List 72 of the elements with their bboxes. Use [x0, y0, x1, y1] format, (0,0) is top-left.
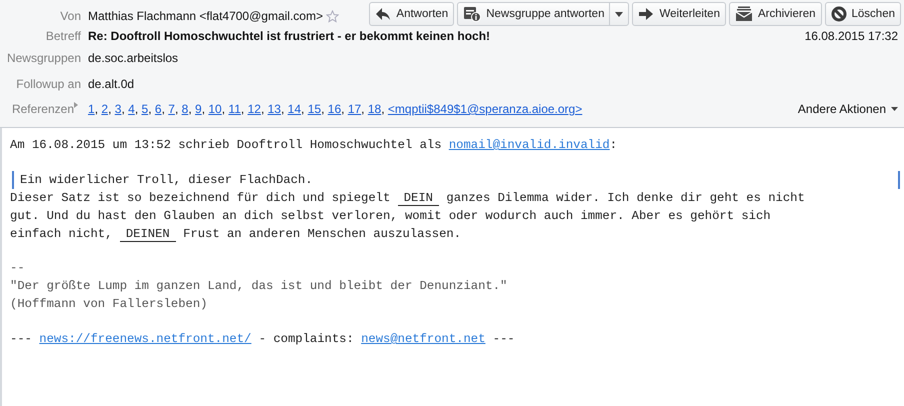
reference-link[interactable]: 13: [268, 102, 281, 116]
quoted-text: Ein widerlicher Troll, dieser FlachDach.: [20, 172, 314, 189]
reference-link[interactable]: 16: [328, 102, 342, 116]
link[interactable]: news://freenews.netfront.net/: [39, 332, 252, 346]
signature-line: "Der größte Lump im ganzen Land, das ist und bleibt der Denunziant.": [10, 278, 508, 295]
reference-link[interactable]: 1: [88, 102, 95, 116]
separator: ,: [280, 102, 284, 116]
field-label: Referenzen: [12, 102, 74, 116]
separator: ,: [301, 102, 304, 116]
separator: ,: [202, 102, 206, 116]
reference-link[interactable]: 12: [248, 102, 261, 116]
text: :: [610, 138, 618, 152]
separator: ,: [94, 102, 98, 116]
link[interactable]: news@netfront.net: [361, 332, 486, 346]
sender: Matthias Flachmann <flat4700@gmail.com>: [88, 9, 323, 23]
subject: Re: Dooftroll Homoschwuchtel ist frustriert - er bekommt keinen hoch!: [88, 29, 490, 43]
text: einfach nicht,: [10, 227, 114, 241]
text-line: gut. Und du hast den Glauben an dich selbst verloren, womit oder wodurch auch immer. Aber es gehört sich: [10, 208, 772, 225]
emphasized-word: DEIN: [398, 191, 440, 206]
text: Frust an anderen Menschen auszulassen.: [182, 227, 462, 241]
separator: ,: [162, 102, 165, 116]
separator: ,: [321, 102, 324, 116]
separator: ,: [381, 102, 385, 116]
text: Dieser Satz ist so bezeichnend für dich und spiegelt: [10, 191, 392, 205]
separator: ,: [341, 102, 344, 116]
more-actions-menu[interactable]: Andere Aktionen: [798, 102, 898, 116]
separator: ,: [188, 102, 192, 116]
reference-link[interactable]: 7: [168, 102, 175, 116]
date: 16.08.2015 17:32: [804, 29, 898, 43]
separator: ,: [240, 102, 244, 116]
reference-link[interactable]: 18: [368, 102, 382, 116]
reference-link[interactable]: 10: [208, 102, 222, 116]
text: ganzes Dilemma wider. Ich denke dir geht es nicht: [445, 191, 805, 205]
reference-link[interactable]: 15: [308, 102, 322, 116]
newsgroup: de.alt.0d: [88, 77, 134, 91]
separator: ,: [174, 102, 178, 116]
signature-line: (Hoffmann von Fallersleben): [10, 296, 208, 313]
reference-link[interactable]: 9: [195, 102, 202, 116]
delete-button[interactable]: Löschen: [824, 2, 901, 26]
reference-link[interactable]: 6: [154, 102, 162, 116]
separator: ,: [121, 102, 125, 116]
link[interactable]: nomail@invalid.invalid: [448, 138, 610, 152]
emphasized-word: DEINEN: [120, 227, 176, 242]
newsgroup: de.soc.arbeitslos: [88, 51, 178, 65]
reference-link[interactable]: 5: [142, 102, 148, 116]
text: - complaints:: [258, 332, 355, 346]
reference-link[interactable]: 4: [128, 102, 135, 116]
field-label: Newsgruppen: [6, 51, 81, 65]
reference-link[interactable]: 14: [288, 102, 302, 116]
separator: ,: [134, 102, 138, 116]
field-label: Followup an: [16, 77, 81, 91]
reference-link[interactable]: 17: [348, 102, 362, 116]
field-label: Betreff: [46, 29, 81, 43]
reference-link[interactable]: 8: [182, 102, 188, 116]
field-label: Von: [60, 9, 81, 23]
reference-link[interactable]: 11: [228, 102, 241, 116]
text: ---: [492, 332, 515, 346]
reference-link[interactable]: 3: [114, 102, 122, 116]
separator: ,: [260, 102, 264, 116]
group-button[interactable]: Newsgruppe antworten: [457, 2, 610, 26]
separator: ,: [222, 102, 226, 116]
separator: ,: [108, 102, 112, 116]
separator: ,: [361, 102, 365, 116]
reply-button[interactable]: Antworten: [369, 2, 454, 26]
separator: ,: [148, 102, 152, 116]
archive-button[interactable]: Archivieren: [728, 2, 822, 26]
signature-line: --: [10, 260, 26, 277]
text: ---: [10, 332, 33, 346]
reference-link[interactable]: <mqptii$849$1@speranza.aioe.org>: [388, 102, 582, 116]
forward-button[interactable]: Weiterleiten: [632, 2, 726, 26]
text: Am 16.08.2015 um 13:52 schrieb Dooftroll Homoschwuchtel als: [10, 138, 443, 152]
reference-link[interactable]: 2: [101, 102, 108, 116]
